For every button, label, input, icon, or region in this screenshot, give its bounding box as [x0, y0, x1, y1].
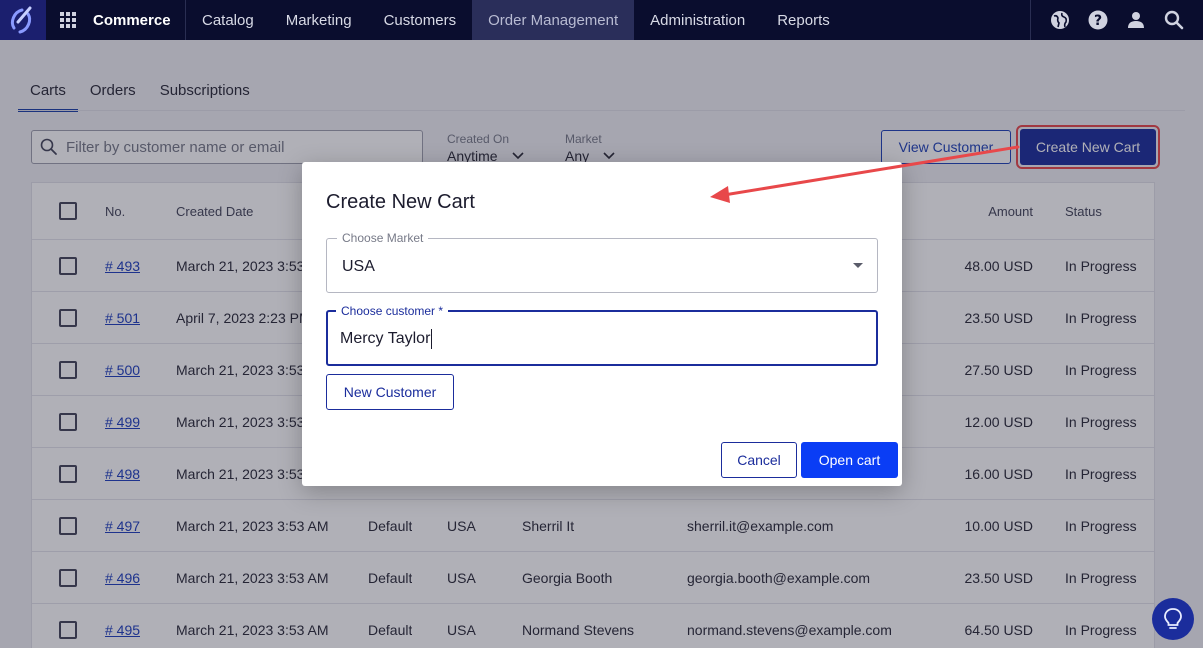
cancel-button[interactable]: Cancel	[721, 442, 797, 478]
app-name: Commerce	[93, 11, 171, 29]
nav-item-customers[interactable]: Customers	[368, 0, 473, 40]
help-bubble[interactable]	[1152, 598, 1194, 640]
svg-text:?: ?	[1094, 13, 1102, 29]
market-select-label: Choose Market	[337, 231, 429, 245]
customer-field[interactable]: Choose customer * Mercy Taylor	[326, 304, 878, 366]
nav-item-marketing[interactable]: Marketing	[270, 0, 368, 40]
top-nav: Commerce Catalog Marketing Customers Ord…	[0, 0, 1203, 40]
globe-icon[interactable]	[1041, 10, 1079, 30]
nav-item-catalog[interactable]: Catalog	[186, 0, 270, 40]
logo[interactable]	[0, 0, 46, 40]
market-select-value: USA	[342, 258, 375, 275]
caret-down-icon	[853, 263, 863, 268]
logo-icon	[10, 6, 32, 34]
nav-item-reports[interactable]: Reports	[761, 0, 846, 40]
text-cursor	[431, 329, 433, 349]
open-cart-button[interactable]: Open cart	[801, 442, 898, 478]
app-switcher[interactable]: Commerce	[46, 0, 186, 40]
search-icon[interactable]	[1155, 10, 1193, 30]
market-select[interactable]: Choose Market USA	[326, 231, 878, 293]
apps-grid-icon	[60, 12, 76, 28]
nav-utilities: ?	[1030, 0, 1203, 40]
user-icon[interactable]	[1117, 11, 1155, 29]
create-cart-dialog: Create New Cart Choose Market USA Choose…	[302, 162, 902, 486]
help-icon[interactable]: ?	[1079, 10, 1117, 30]
customer-field-value: Mercy Taylor	[340, 330, 431, 348]
dialog-title: Create New Cart	[326, 191, 475, 213]
nav-item-order-management[interactable]: Order Management	[472, 0, 635, 40]
nav-item-administration[interactable]: Administration	[634, 0, 761, 40]
customer-field-label: Choose customer *	[336, 304, 449, 318]
new-customer-button[interactable]: New Customer	[326, 374, 454, 410]
lightbulb-icon	[1164, 608, 1182, 629]
